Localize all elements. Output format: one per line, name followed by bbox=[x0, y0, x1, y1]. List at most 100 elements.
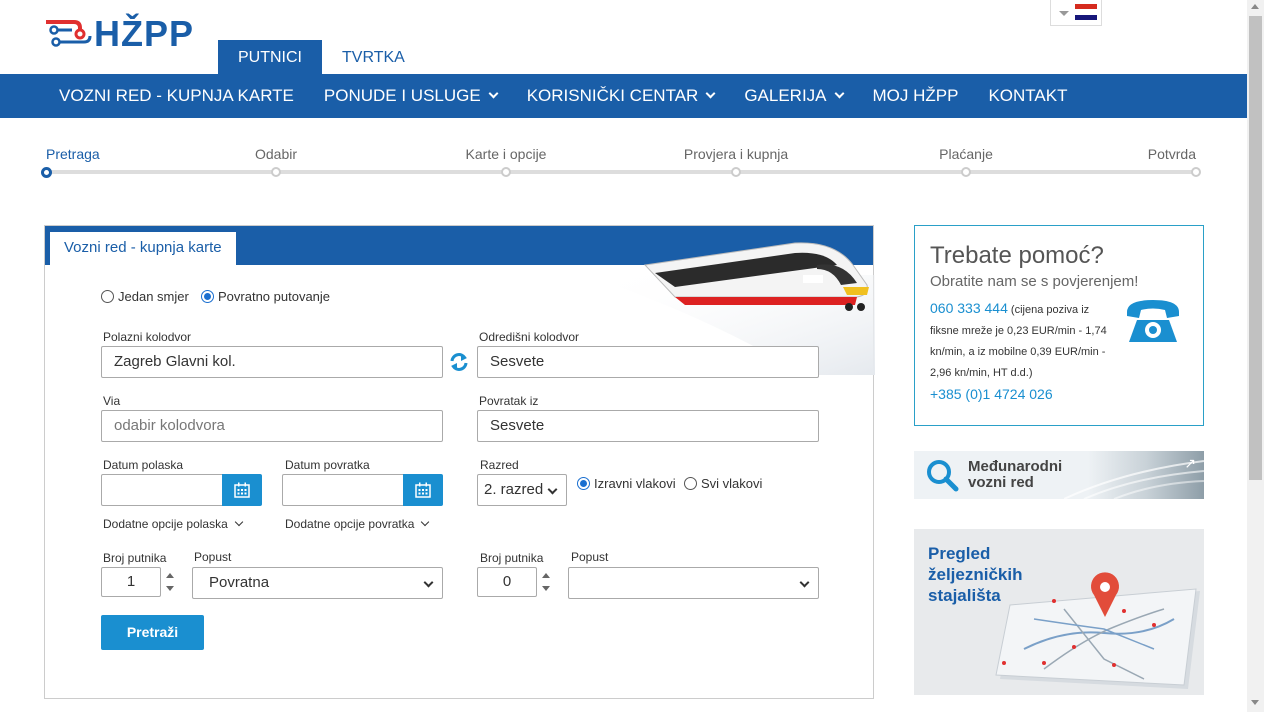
discount-out-label: Popust bbox=[194, 550, 232, 564]
departure-station-input[interactable]: Zagreb Glavni kol. bbox=[101, 346, 443, 378]
booking-steps: Pretraga Odabir Karte i opcije Provjera … bbox=[41, 140, 1201, 180]
increment-icon[interactable] bbox=[542, 573, 550, 578]
radio-label: Svi vlakovi bbox=[701, 476, 763, 491]
more-departure-options[interactable]: Dodatne opcije polaska bbox=[103, 517, 244, 531]
nav-ponude-i-usluge[interactable]: PONUDE I USLUGE bbox=[309, 74, 512, 118]
more-options-label: Dodatne opcije polaska bbox=[103, 517, 228, 531]
return-date-picker-button[interactable] bbox=[403, 474, 443, 506]
step-dot bbox=[41, 167, 52, 178]
increment-icon[interactable] bbox=[166, 573, 174, 578]
arrival-station-input[interactable]: Sesvete bbox=[477, 346, 819, 378]
discount-return-label: Popust bbox=[571, 550, 609, 564]
step-dot bbox=[271, 167, 281, 177]
chevron-down-icon bbox=[423, 577, 434, 588]
logo-text: HŽPP bbox=[94, 13, 195, 54]
radio-circle bbox=[101, 290, 114, 303]
departure-date-picker-button[interactable] bbox=[222, 474, 262, 506]
chevron-down-icon bbox=[799, 577, 810, 588]
banner-line: Međunarodni bbox=[968, 458, 1063, 475]
banner-line: vozni red bbox=[968, 474, 1034, 491]
radio-label: Jedan smjer bbox=[118, 289, 189, 304]
stations-map-banner[interactable]: Pregled željezničkih stajališta bbox=[914, 529, 1204, 695]
chevron-down-icon bbox=[421, 517, 430, 527]
chevron-down-icon bbox=[234, 517, 244, 527]
search-button[interactable]: Pretraži bbox=[101, 615, 204, 650]
return-from-input[interactable]: Sesvete bbox=[477, 410, 819, 442]
radio-all-trains[interactable]: Svi vlakovi bbox=[684, 476, 762, 491]
top-tabs: PUTNICI TVRTKA bbox=[218, 40, 425, 74]
more-options-label: Dodatne opcije povratka bbox=[285, 517, 415, 531]
via-label: Via bbox=[103, 394, 121, 408]
passengers-out-input[interactable]: 1 bbox=[101, 567, 161, 597]
discount-return-select[interactable] bbox=[568, 567, 819, 599]
radio-direct-trains[interactable]: Izravni vlakovi bbox=[577, 476, 676, 491]
page-scrollbar[interactable] bbox=[1247, 0, 1264, 712]
nav-label: MOJ HŽPP bbox=[872, 86, 959, 105]
discount-out-select[interactable]: Povratna bbox=[192, 567, 443, 599]
chevron-down-icon bbox=[705, 88, 716, 99]
class-select[interactable]: 2. razred bbox=[477, 474, 567, 506]
more-return-options[interactable]: Dodatne opcije povratka bbox=[285, 517, 430, 531]
logo-circuit-icon bbox=[46, 20, 92, 47]
passengers-return-stepper[interactable] bbox=[541, 567, 551, 597]
passengers-return-input[interactable]: 0 bbox=[477, 567, 537, 597]
step-dot bbox=[731, 167, 741, 177]
decrement-icon[interactable] bbox=[542, 586, 550, 591]
scroll-down-icon[interactable] bbox=[1251, 700, 1259, 705]
help-phone-primary: 060 333 444 (cijena poziva iz fiksne mre… bbox=[930, 298, 1120, 384]
discount-out-value: Povratna bbox=[209, 574, 270, 591]
international-timetable-banner[interactable]: Međunarodni vozni red ↗ bbox=[914, 451, 1204, 499]
departure-date-input[interactable] bbox=[101, 474, 223, 506]
class-label: Razred bbox=[480, 458, 519, 472]
arrival-station-label: Odredišni kolodvor bbox=[479, 330, 580, 344]
hzpp-logo[interactable]: HŽPP bbox=[44, 16, 194, 52]
nav-korisnicki-centar[interactable]: KORISNIČKI CENTAR bbox=[512, 74, 730, 118]
step-label: Provjera i kupnja bbox=[683, 146, 789, 162]
help-subtitle: Obratite nam se s povjerenjem! bbox=[930, 273, 1139, 290]
banner-line: željezničkih bbox=[928, 565, 1023, 584]
nav-label: KORISNIČKI CENTAR bbox=[526, 86, 699, 105]
nav-moj-hzpp[interactable]: MOJ HŽPP bbox=[858, 74, 974, 118]
step-label: Plaćanje bbox=[939, 146, 993, 162]
calendar-icon bbox=[415, 482, 431, 498]
tab-putnici[interactable]: PUTNICI bbox=[218, 40, 322, 74]
nav-kontakt[interactable]: KONTAKT bbox=[973, 74, 1082, 118]
nav-label: KONTAKT bbox=[988, 86, 1068, 105]
scrollbar-thumb[interactable] bbox=[1249, 16, 1262, 480]
passengers-out-stepper[interactable] bbox=[165, 567, 175, 597]
croatian-flag-icon bbox=[1075, 4, 1097, 20]
step-label: Pretraga bbox=[46, 146, 100, 162]
nav-label: PONUDE I USLUGE bbox=[323, 86, 481, 105]
banner-line: Pregled bbox=[928, 544, 991, 563]
step-dot bbox=[1191, 167, 1201, 177]
passengers-out-label: Broj putnika bbox=[103, 551, 167, 565]
banner-line: stajališta bbox=[928, 586, 1001, 605]
passengers-return-label: Broj putnika bbox=[480, 551, 544, 565]
radio-circle bbox=[684, 477, 697, 490]
radio-return-trip[interactable]: Povratno putovanje bbox=[201, 289, 330, 304]
chevron-down-icon bbox=[1059, 11, 1069, 16]
departure-station-label: Polazni kolodvor bbox=[103, 330, 192, 344]
search-form: Jedan smjer Povratno putovanje Polazni k… bbox=[45, 242, 875, 698]
radio-one-way[interactable]: Jedan smjer bbox=[101, 289, 189, 304]
phone-primary-number[interactable]: 060 333 444 bbox=[930, 300, 1008, 316]
search-panel: Vozni red - kupnja karte Jedan smjer Pov… bbox=[44, 225, 875, 699]
class-select-value: 2. razred bbox=[484, 481, 544, 498]
return-from-label: Povratak iz bbox=[479, 394, 539, 408]
return-date-input[interactable] bbox=[282, 474, 404, 506]
chevron-down-icon bbox=[547, 484, 558, 495]
scroll-up-icon[interactable] bbox=[1251, 4, 1259, 9]
tab-vozni-red-kupnja[interactable]: Vozni red - kupnja karte bbox=[50, 232, 236, 265]
tab-tvrtka[interactable]: TVRTKA bbox=[322, 40, 425, 74]
via-input[interactable]: odabir kolodvora bbox=[101, 410, 443, 442]
nav-label: VOZNI RED - KUPNJA KARTE bbox=[59, 86, 294, 105]
swap-stations-icon[interactable] bbox=[448, 351, 470, 373]
phone-secondary-number[interactable]: +385 (0)1 4724 026 bbox=[930, 386, 1053, 402]
nav-galerija[interactable]: GALERIJA bbox=[729, 74, 857, 118]
decrement-icon[interactable] bbox=[166, 586, 174, 591]
external-link-icon: ↗ bbox=[1184, 455, 1196, 471]
radio-label: Povratno putovanje bbox=[218, 289, 331, 304]
language-selector[interactable] bbox=[1050, 0, 1102, 26]
step-label: Karte i opcije bbox=[465, 146, 547, 162]
nav-vozni-red[interactable]: VOZNI RED - KUPNJA KARTE bbox=[44, 74, 309, 118]
